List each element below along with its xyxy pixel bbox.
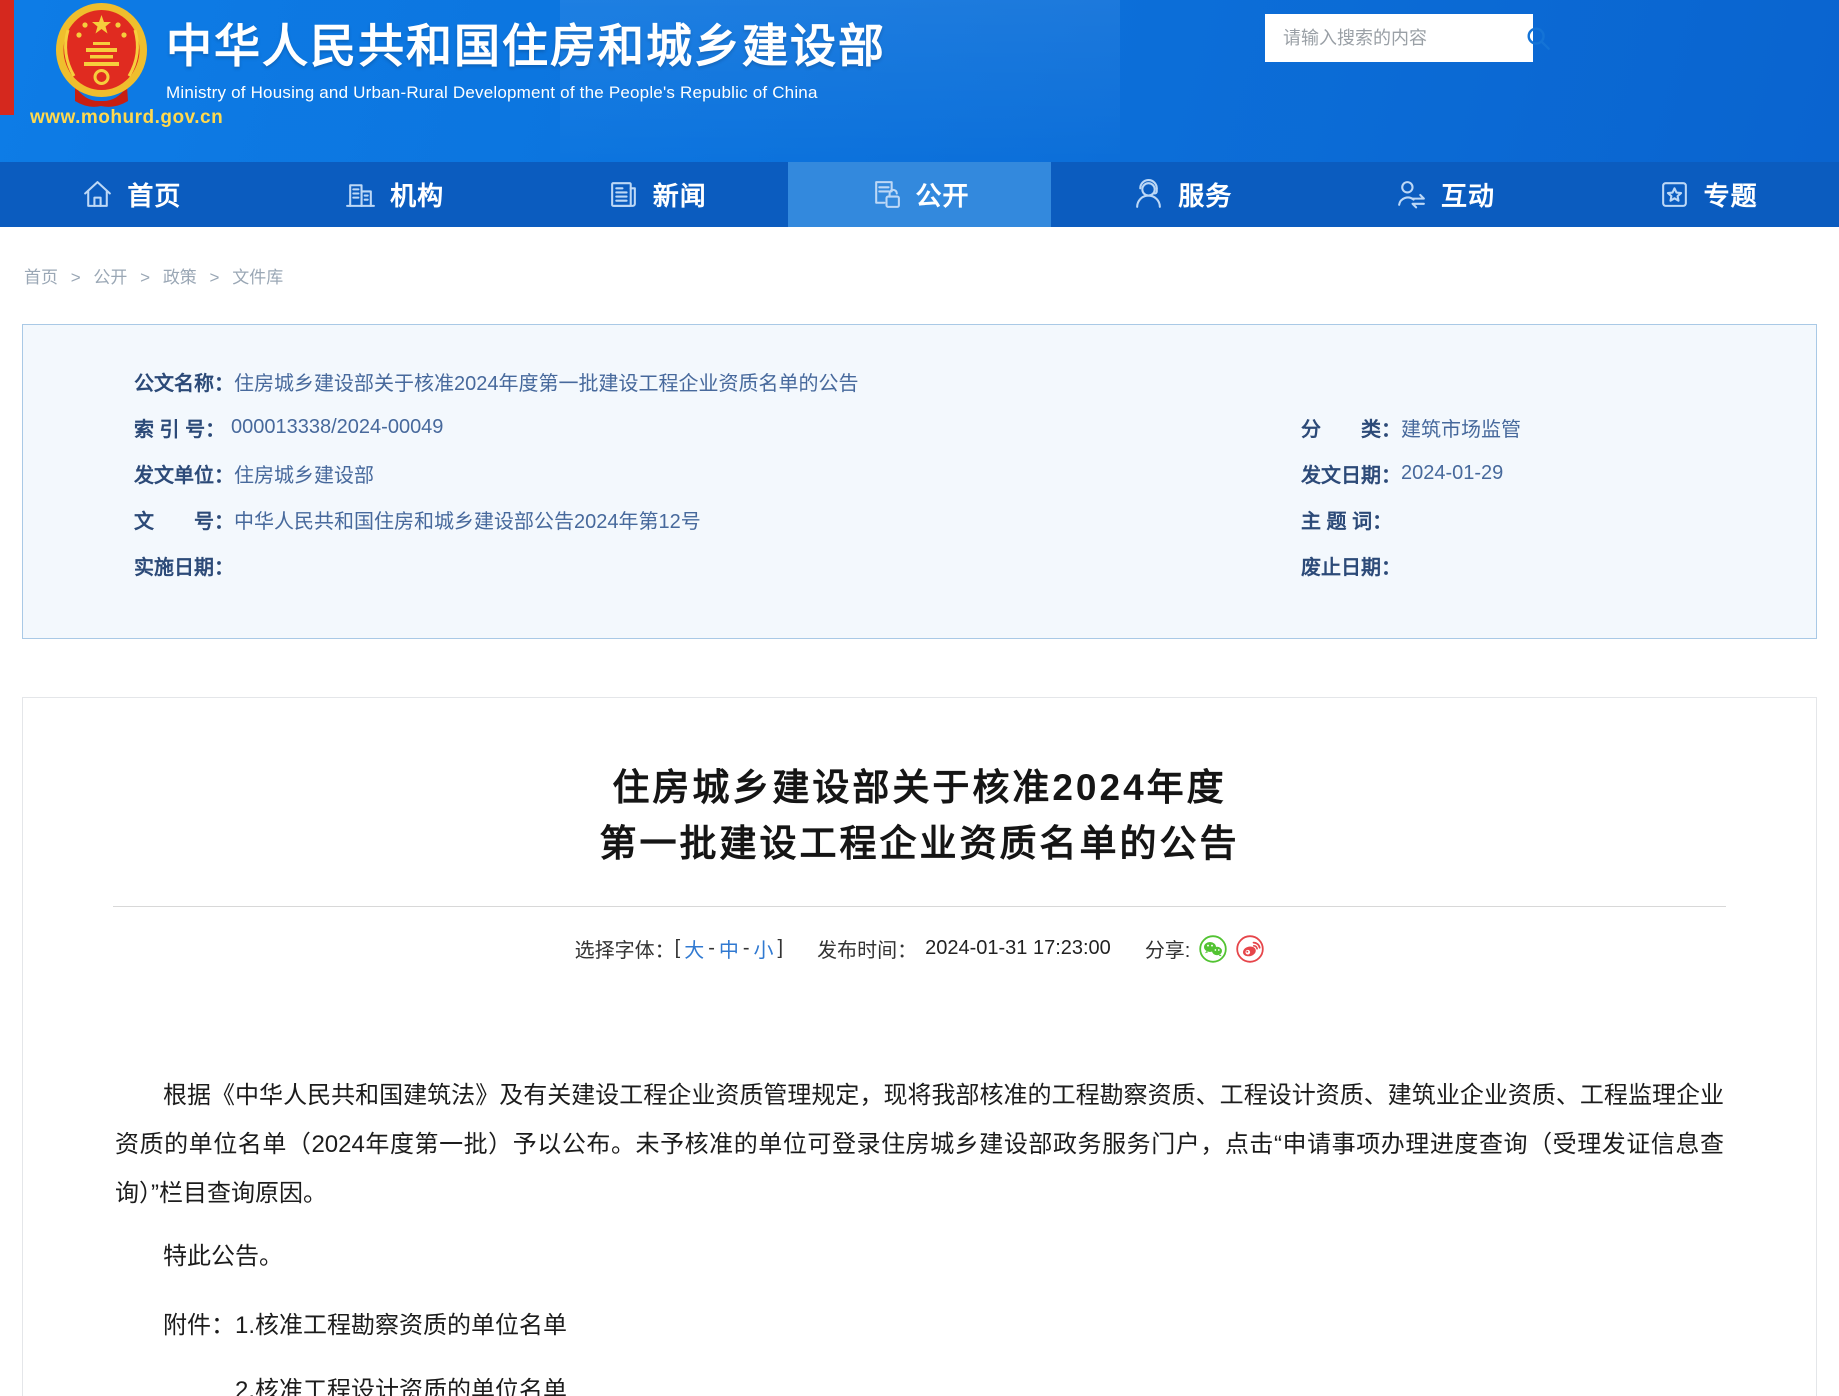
- attachment-label: 附件：: [163, 1312, 235, 1339]
- dash: -: [708, 937, 715, 960]
- doc-info-row-title: 公文名称： 住房城乡建设部关于核准2024年度第一批建设工程企业资质名单的公告: [134, 358, 859, 404]
- nav-item-topics[interactable]: 专题: [1576, 162, 1839, 227]
- doc-info-value: 住房城乡建设部关于核准2024年度第一批建设工程企业资质名单的公告: [234, 367, 859, 396]
- doc-info-row-issuer: 发文单位： 住房城乡建设部: [134, 450, 859, 496]
- doc-info-value: 中华人民共和国住房和城乡建设部公告2024年第12号: [234, 505, 701, 534]
- doc-info-value: 建筑市场监管: [1401, 413, 1521, 442]
- nav-item-label: 公开: [916, 176, 970, 213]
- doc-info-label: 实施日期：: [134, 551, 234, 580]
- nav-item-label: 机构: [390, 176, 444, 213]
- nav-item-label: 首页: [127, 176, 181, 213]
- doc-info-label: 文 号：: [134, 505, 234, 534]
- breadcrumb-policy[interactable]: 政策: [163, 268, 197, 287]
- breadcrumb-home[interactable]: 首页: [24, 268, 58, 287]
- doc-info-row-category: 分 类： 建筑市场监管: [1301, 404, 1521, 450]
- font-size-small-link[interactable]: 小: [754, 934, 774, 963]
- nav-item-service[interactable]: 服务: [1051, 162, 1314, 227]
- doc-info-row-repeal-date: 废止日期：: [1301, 542, 1521, 588]
- search-input[interactable]: [1265, 14, 1525, 62]
- nav-item-news[interactable]: 新闻: [525, 162, 788, 227]
- nav-item-label: 新闻: [653, 176, 707, 213]
- nav-item-label: 服务: [1178, 176, 1232, 213]
- doc-info-row-index: 索 引 号： 000013338/2024-00049: [134, 404, 859, 450]
- bracket-close: ]: [778, 937, 784, 960]
- left-red-strip: [0, 0, 14, 115]
- search-box: [1265, 14, 1533, 62]
- nav-item-disclosure[interactable]: 公开: [788, 162, 1051, 227]
- publish-time: 2024-01-31 17:23:00: [925, 937, 1111, 960]
- news-icon: [607, 178, 640, 211]
- article-title-line1: 住房城乡建设部关于核准2024年度: [23, 760, 1816, 816]
- doc-info-row-issue-date: 发文日期： 2024-01-29: [1301, 450, 1521, 496]
- breadcrumb-current: 文件库: [232, 268, 283, 287]
- national-emblem-icon: [55, 2, 148, 109]
- page: www.mohurd.gov.cn 中华人民共和国住房和城乡建设部 Minist…: [0, 0, 1839, 1396]
- font-size-label: 选择字体：: [575, 934, 675, 963]
- doc-info-row-subject: 主 题 词：: [1301, 496, 1521, 542]
- dash: -: [743, 937, 750, 960]
- doc-info-label: 主 题 词：: [1301, 505, 1398, 534]
- main-nav: 首页 机构 新闻 公开 服务: [0, 162, 1839, 227]
- attachment-2-link[interactable]: 2.核准工程设计资质的单位名单: [235, 1377, 567, 1396]
- disclosure-icon: [870, 178, 903, 211]
- doc-info-label: 公文名称：: [134, 367, 234, 396]
- nav-item-label: 互动: [1441, 176, 1495, 213]
- article-meta: 选择字体： [ 大 - 中 - 小 ] 发布时间： 2024-01-31 17:…: [23, 934, 1816, 963]
- doc-info-value: 住房城乡建设部: [234, 459, 374, 488]
- article-title-line2: 第一批建设工程企业资质名单的公告: [23, 816, 1816, 872]
- doc-info-label: 分 类：: [1301, 413, 1401, 442]
- topics-icon: [1658, 178, 1691, 211]
- doc-info-right-column: 分 类： 建筑市场监管 发文日期： 2024-01-29 主 题 词： 废止日期…: [1301, 404, 1521, 588]
- service-icon: [1132, 178, 1165, 211]
- doc-info-label: 索 引 号：: [134, 413, 231, 442]
- share-label: 分享:: [1145, 934, 1191, 963]
- site-url: www.mohurd.gov.cn: [30, 107, 223, 129]
- bracket-open: [: [675, 937, 681, 960]
- attachment-1-link[interactable]: 1.核准工程勘察资质的单位名单: [235, 1312, 567, 1339]
- nav-item-label: 专题: [1704, 176, 1758, 213]
- breadcrumb-separator: >: [140, 268, 150, 287]
- title-divider: [113, 906, 1726, 907]
- doc-info-left-column: 公文名称： 住房城乡建设部关于核准2024年度第一批建设工程企业资质名单的公告 …: [134, 358, 859, 588]
- attachments-line-2: 2.核准工程设计资质的单位名单: [235, 1366, 1724, 1396]
- weibo-share-icon[interactable]: [1236, 935, 1264, 963]
- site-title: 中华人民共和国住房和城乡建设部: [166, 10, 886, 76]
- doc-info-label: 发文单位：: [134, 459, 234, 488]
- attachments-line-1: 附件：1.核准工程勘察资质的单位名单: [115, 1301, 1724, 1350]
- search-icon[interactable]: [1525, 25, 1551, 51]
- breadcrumb: 首页 > 公开 > 政策 > 文件库: [0, 227, 1839, 288]
- doc-info-row-effective-date: 实施日期：: [134, 542, 859, 588]
- article-body: 根据《中华人民共和国建筑法》及有关建设工程企业资质管理规定，现将我部核准的工程勘…: [115, 1071, 1724, 1396]
- doc-info-value: 2024-01-29: [1401, 462, 1503, 485]
- breadcrumb-disclosure[interactable]: 公开: [93, 268, 127, 287]
- nav-item-home[interactable]: 首页: [0, 162, 263, 227]
- wechat-share-icon[interactable]: [1199, 935, 1227, 963]
- article-paragraph-1: 根据《中华人民共和国建筑法》及有关建设工程企业资质管理规定，现将我部核准的工程勘…: [115, 1071, 1724, 1218]
- doc-info-label: 废止日期：: [1301, 551, 1401, 580]
- article-title: 住房城乡建设部关于核准2024年度 第一批建设工程企业资质名单的公告: [23, 760, 1816, 872]
- site-header: www.mohurd.gov.cn 中华人民共和国住房和城乡建设部 Minist…: [0, 0, 1839, 162]
- organization-icon: [344, 178, 377, 211]
- doc-info-row-number: 文 号： 中华人民共和国住房和城乡建设部公告2024年第12号: [134, 496, 859, 542]
- breadcrumb-separator: >: [210, 268, 220, 287]
- nav-item-interaction[interactable]: 互动: [1314, 162, 1577, 227]
- publish-time-label: 发布时间：: [817, 934, 917, 963]
- interaction-icon: [1395, 178, 1428, 211]
- font-size-medium-link[interactable]: 中: [719, 934, 739, 963]
- header-titles: 中华人民共和国住房和城乡建设部 Ministry of Housing and …: [166, 10, 886, 103]
- article-card: 住房城乡建设部关于核准2024年度 第一批建设工程企业资质名单的公告 选择字体：…: [22, 697, 1817, 1396]
- home-icon: [81, 178, 114, 211]
- doc-info-label: 发文日期：: [1301, 459, 1401, 488]
- doc-info-panel: 公文名称： 住房城乡建设部关于核准2024年度第一批建设工程企业资质名单的公告 …: [22, 324, 1817, 639]
- nav-item-organization[interactable]: 机构: [263, 162, 526, 227]
- doc-info-value: 000013338/2024-00049: [231, 416, 443, 439]
- breadcrumb-separator: >: [71, 268, 81, 287]
- article-paragraph-2: 特此公告。: [115, 1232, 1724, 1281]
- site-subtitle-en: Ministry of Housing and Urban-Rural Deve…: [166, 83, 886, 103]
- font-size-large-link[interactable]: 大: [684, 934, 704, 963]
